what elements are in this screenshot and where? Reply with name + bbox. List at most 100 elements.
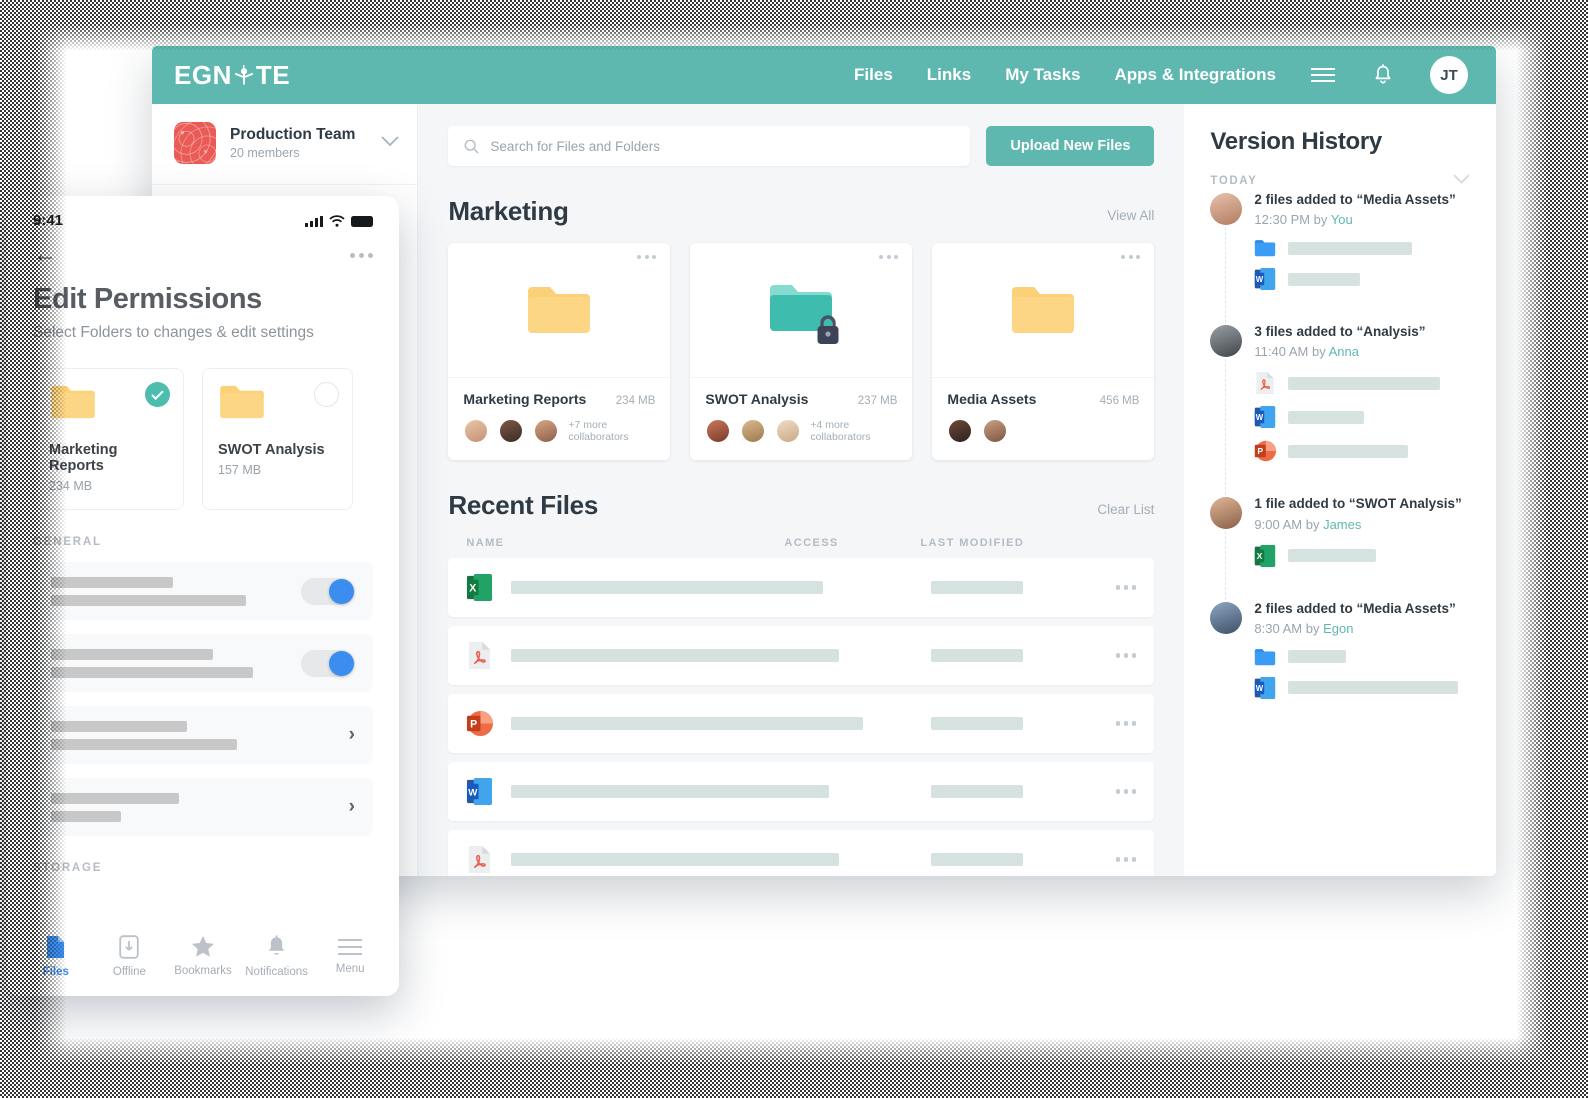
tab-notifications[interactable]: Notifications [240, 934, 314, 978]
event-meta: 11:40 AM by Anna [1254, 344, 1359, 360]
nav-item-apps-integrations[interactable]: Apps & Integrations [1114, 65, 1276, 85]
svg-text:X: X [470, 582, 477, 594]
mobile-tab-bar: Files Offline Bookmarks Notifications Me… [7, 924, 399, 996]
folder-size: 234 MB [615, 395, 656, 407]
marketing-title: Marketing [448, 196, 569, 226]
team-selector[interactable]: Production Team 20 members [152, 104, 418, 185]
more-options-icon[interactable] [1121, 255, 1141, 259]
more-options-icon[interactable] [1115, 857, 1137, 862]
folder-card[interactable]: Marketing Reports 234 MB +7 more collabo… [448, 243, 671, 460]
checkbox-unchecked-icon[interactable] [314, 382, 339, 407]
chevron-down-icon[interactable] [1453, 174, 1470, 187]
settings-row[interactable]: › [33, 706, 373, 764]
table-row[interactable] [448, 626, 1155, 685]
chevron-down-icon[interactable] [381, 134, 400, 152]
table-row[interactable]: P [448, 694, 1155, 753]
event-user[interactable]: You [1331, 212, 1353, 227]
clear-list-link[interactable]: Clear List [1097, 502, 1154, 517]
table-row[interactable]: W [448, 762, 1155, 821]
more-options-icon[interactable] [879, 255, 899, 259]
recent-files-header: Recent Files Clear List [448, 490, 1154, 521]
event-meta: 8:30 AM by Egon [1254, 620, 1354, 636]
table-row[interactable] [448, 830, 1155, 876]
version-history-title: Version History [1210, 128, 1382, 155]
version-history-file [1254, 239, 1470, 257]
search-input[interactable]: Search for Files and Folders [448, 126, 971, 166]
tab-files[interactable]: Files [19, 935, 93, 978]
folder-card-info: Media Assets 456 MB [932, 378, 1154, 460]
egnyte-logo[interactable]: EGN TE [174, 60, 290, 91]
setting-toggle[interactable] [301, 649, 355, 677]
word-file-icon: W [467, 778, 493, 805]
file-name-redacted [511, 581, 824, 594]
folder-card-info: Marketing Reports 234 MB +7 more collabo… [448, 378, 670, 460]
file-name-redacted [511, 853, 840, 866]
more-options-icon[interactable] [1115, 789, 1137, 794]
avatar [1210, 601, 1243, 634]
version-history-event[interactable]: 1 file added to “SWOT Analysis” 9:00 AM b… [1210, 495, 1470, 600]
settings-row[interactable]: › [33, 778, 373, 836]
folder-name: Marketing Reports [49, 442, 118, 474]
version-history-event-list: 2 files added to “Media Assets” 12:30 PM … [1210, 191, 1470, 732]
folder-name: Media Assets [947, 391, 1037, 407]
version-history-event[interactable]: 3 files added to “Analysis” 11:40 AM by A… [1210, 323, 1470, 496]
last-modified-redacted [931, 649, 1024, 662]
avatar [982, 418, 1009, 444]
notification-bell-icon[interactable] [1370, 62, 1396, 88]
settings-row[interactable] [33, 634, 373, 692]
version-history-event[interactable]: 2 files added to “Media Assets” 12:30 PM … [1210, 191, 1470, 324]
user-avatar[interactable]: JT [1430, 56, 1468, 94]
more-options-icon[interactable] [1115, 653, 1137, 658]
blue-folder-icon [1255, 240, 1276, 257]
search-toolbar: Search for Files and Folders Upload New … [448, 126, 1155, 166]
file-icon [47, 935, 65, 958]
more-options-icon[interactable] [350, 252, 373, 258]
pdf-file-icon [469, 846, 491, 873]
powerpoint-file-icon: P [467, 710, 494, 737]
setting-toggle[interactable] [301, 577, 355, 605]
version-history-event[interactable]: 2 files added to “Media Assets” 8:30 AM b… [1210, 600, 1470, 732]
selectable-folder-card[interactable]: SWOT Analysis 157 MB [202, 368, 353, 510]
star-icon [191, 936, 214, 957]
group-label-today: TODAY [1210, 174, 1258, 187]
folder-card[interactable]: SWOT Analysis 237 MB +4 more collaborato… [690, 243, 913, 460]
svg-text:W: W [469, 787, 479, 798]
more-options-icon[interactable] [637, 255, 657, 259]
event-user[interactable]: Egon [1323, 621, 1353, 636]
selectable-folder-card[interactable]: Marketing Reports 234 MB [33, 368, 184, 510]
more-options-icon[interactable] [1115, 585, 1137, 590]
tab-bookmarks[interactable]: Bookmarks [166, 935, 240, 977]
last-modified-redacted [931, 717, 1024, 730]
mobile-page-subtitle: Select Folders to changes & edit setting… [33, 324, 314, 341]
tab-menu[interactable]: Menu [313, 938, 387, 975]
marketing-section-header: Marketing View All [448, 196, 1154, 227]
hamburger-icon [338, 938, 363, 955]
event-file-list: W [1254, 227, 1470, 323]
back-arrow-icon[interactable]: ← [33, 243, 57, 267]
hamburger-icon[interactable] [1310, 62, 1336, 88]
event-user[interactable]: Anna [1329, 344, 1359, 359]
nav-item-my-tasks[interactable]: My Tasks [1005, 65, 1080, 85]
table-header: NAME ACCESS LAST MODIFIED [448, 537, 1154, 558]
folder-card[interactable]: Media Assets 456 MB [932, 243, 1155, 460]
tab-offline[interactable]: Offline [93, 934, 167, 978]
upload-new-files-button[interactable]: Upload New Files [986, 126, 1155, 166]
settings-row[interactable] [33, 562, 373, 620]
nav-item-links[interactable]: Links [927, 65, 971, 85]
logo-text-right: TE [255, 59, 291, 90]
setting-label-redacted [51, 648, 253, 678]
column-header-name: NAME [466, 537, 505, 549]
chevron-right-icon[interactable]: › [349, 724, 355, 746]
chevron-right-icon[interactable]: › [349, 796, 355, 818]
checkbox-checked-icon[interactable] [145, 382, 170, 407]
app-header: EGN TE Files Links My Tasks Apps & Integ [152, 46, 1496, 104]
more-options-icon[interactable] [1115, 721, 1137, 726]
avatar [463, 418, 490, 444]
nav-item-files[interactable]: Files [854, 65, 893, 85]
search-icon [465, 139, 479, 153]
event-user[interactable]: James [1323, 517, 1361, 532]
view-all-link[interactable]: View All [1107, 208, 1154, 223]
table-row[interactable]: X [448, 558, 1155, 617]
yellow-folder-icon [220, 385, 264, 419]
search-placeholder: Search for Files and Folders [490, 138, 660, 154]
